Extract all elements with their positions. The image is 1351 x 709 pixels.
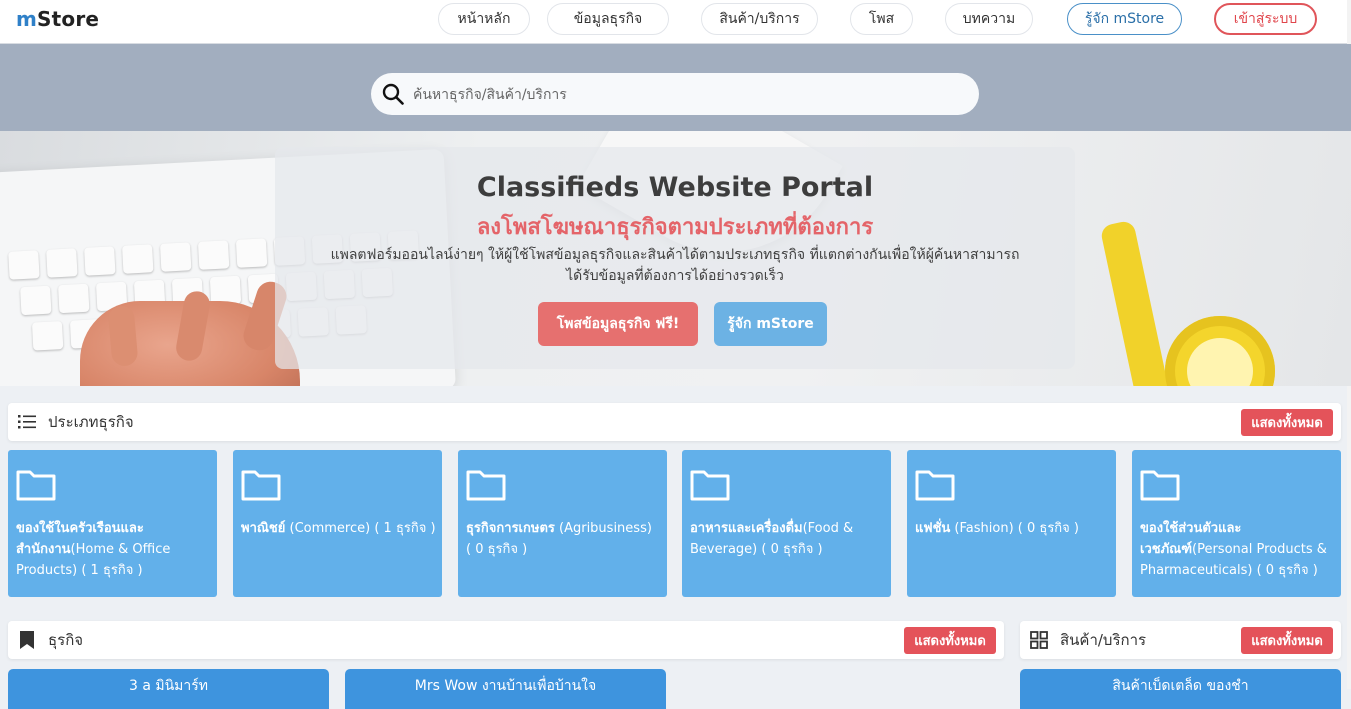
category-count: ( 0 ธุรกิจ ) <box>1013 521 1079 536</box>
business-card[interactable]: 3 a มินิมาร์ท <box>8 669 329 709</box>
category-label: ของใช้ส่วนตัวและเวชภัณฑ์(Personal Produc… <box>1140 518 1335 581</box>
folder-icon <box>915 470 955 501</box>
category-count: ( 1 ธุรกิจ ) <box>77 563 143 578</box>
nav-post-button[interactable]: โพส <box>850 3 913 35</box>
search-band <box>0 44 1351 131</box>
category-card[interactable]: ธุรกิจการเกษตร (Agribusiness) ( 0 ธุรกิจ… <box>458 450 667 597</box>
hero-title: Classifieds Website Portal <box>476 172 874 203</box>
search-box[interactable] <box>371 73 979 117</box>
category-count: ( 0 ธุรกิจ ) <box>757 542 823 557</box>
category-name-en: (Commerce) <box>285 521 371 536</box>
nav-products-services-button[interactable]: สินค้า/บริการ <box>701 3 818 35</box>
category-name-th: พาณิชย์ <box>241 521 286 536</box>
folder-icon <box>241 470 281 501</box>
category-label: พาณิชย์ (Commerce) ( 1 ธุรกิจ ) <box>241 518 436 539</box>
login-button[interactable]: เข้าสู่ระบบ <box>1214 3 1317 35</box>
category-count: ( 1 ธุรกิจ ) <box>370 521 436 536</box>
products-title: สินค้า/บริการ <box>1060 631 1147 649</box>
category-label: ของใช้ในครัวเรือนและสำนักงาน(Home & Offi… <box>16 518 211 581</box>
folder-icon <box>16 470 56 501</box>
logo-store: Store <box>37 7 100 31</box>
business-section-header: ธุรกิจ แสดงทั้งหมด <box>8 621 1004 659</box>
business-card[interactable]: Mrs Wow งานบ้านเพื่อบ้านใจ <box>345 669 666 709</box>
nav-home-button[interactable]: หน้าหลัก <box>438 3 530 35</box>
category-card[interactable]: อาหารและเครื่องดื่ม(Food & Beverage) ( 0… <box>682 450 891 597</box>
folder-icon <box>690 470 730 501</box>
products-show-all-button[interactable]: แสดงทั้งหมด <box>1241 627 1333 654</box>
hero-finger <box>107 304 139 368</box>
bookmark-icon <box>20 631 34 649</box>
hero-description-line-2: ได้รับข้อมูลที่ต้องการได้อย่างรวดเร็ว <box>566 268 784 284</box>
category-count: ( 0 ธุรกิจ ) <box>1252 563 1318 578</box>
hero-banner: Classifieds Website Portal ลงโพสโฆษณาธุร… <box>0 131 1351 386</box>
nav-business-info-button[interactable]: ข้อมูลธุรกิจ <box>547 3 669 35</box>
nav-about-button[interactable]: รู้จัก mStore <box>1067 3 1182 35</box>
category-name-th: แฟชั่น <box>915 521 951 536</box>
folder-icon <box>466 470 506 501</box>
category-label: อาหารและเครื่องดื่ม(Food & Beverage) ( 0… <box>690 518 885 560</box>
category-name-en: (Agribusiness) <box>554 521 652 536</box>
grid-icon <box>1030 631 1048 649</box>
post-business-free-button[interactable]: โพสข้อมูลธุรกิจ ฟรี! <box>538 302 698 346</box>
categories-section-header: ประเภทธุรกิจ แสดงทั้งหมด <box>8 403 1341 441</box>
hero-subtitle: ลงโพสโฆษณาธุรกิจตามประเภทที่ต้องการ <box>476 215 874 240</box>
category-count: ( 0 ธุรกิจ ) <box>466 542 528 557</box>
folder-icon <box>1140 470 1180 501</box>
top-navbar: mStore หน้าหลัก ข้อมูลธุรกิจ สินค้า/บริก… <box>0 0 1351 44</box>
category-label: ธุรกิจการเกษตร (Agribusiness) ( 0 ธุรกิจ… <box>466 518 661 560</box>
business-show-all-button[interactable]: แสดงทั้งหมด <box>904 627 996 654</box>
products-section-header: สินค้า/บริการ แสดงทั้งหมด <box>1020 621 1341 659</box>
category-card[interactable]: พาณิชย์ (Commerce) ( 1 ธุรกิจ ) <box>233 450 442 597</box>
categories-show-all-button[interactable]: แสดงทั้งหมด <box>1241 409 1333 436</box>
hero-watch-strap <box>1099 219 1175 386</box>
category-name-th: อาหารและเครื่องดื่ม <box>690 521 803 536</box>
category-card[interactable]: แฟชั่น (Fashion) ( 0 ธุรกิจ ) <box>907 450 1116 597</box>
hero-card: Classifieds Website Portal ลงโพสโฆษณาธุร… <box>275 147 1075 369</box>
list-icon <box>18 415 36 429</box>
hero-description-line-1: แพลตฟอร์มออนไลน์ง่ายๆ ให้ผู้ใช้โพสข้อมูล… <box>330 247 1020 263</box>
categories-title: ประเภทธุรกิจ <box>48 413 134 431</box>
hero-watch-image <box>1165 316 1275 386</box>
category-card[interactable]: ของใช้ส่วนตัวและเวชภัณฑ์(Personal Produc… <box>1132 450 1341 597</box>
search-input[interactable] <box>411 73 965 117</box>
about-mstore-button[interactable]: รู้จัก mStore <box>714 302 827 346</box>
site-logo[interactable]: mStore <box>16 7 99 31</box>
logo-m: m <box>16 7 38 31</box>
category-name-th: ธุรกิจการเกษตร <box>466 521 555 536</box>
hero-description: แพลตฟอร์มออนไลน์ง่ายๆ ให้ผู้ใช้โพสข้อมูล… <box>295 245 1055 287</box>
category-label: แฟชั่น (Fashion) ( 0 ธุรกิจ ) <box>915 518 1110 539</box>
product-card[interactable]: สินค้าเบ็ดเตล็ด ของชำ <box>1020 669 1341 709</box>
business-title: ธุรกิจ <box>48 631 84 649</box>
search-icon <box>382 83 404 105</box>
category-name-en: (Fashion) <box>950 521 1014 536</box>
category-card[interactable]: ของใช้ในครัวเรือนและสำนักงาน(Home & Offi… <box>8 450 217 597</box>
nav-articles-button[interactable]: บทความ <box>945 3 1033 35</box>
